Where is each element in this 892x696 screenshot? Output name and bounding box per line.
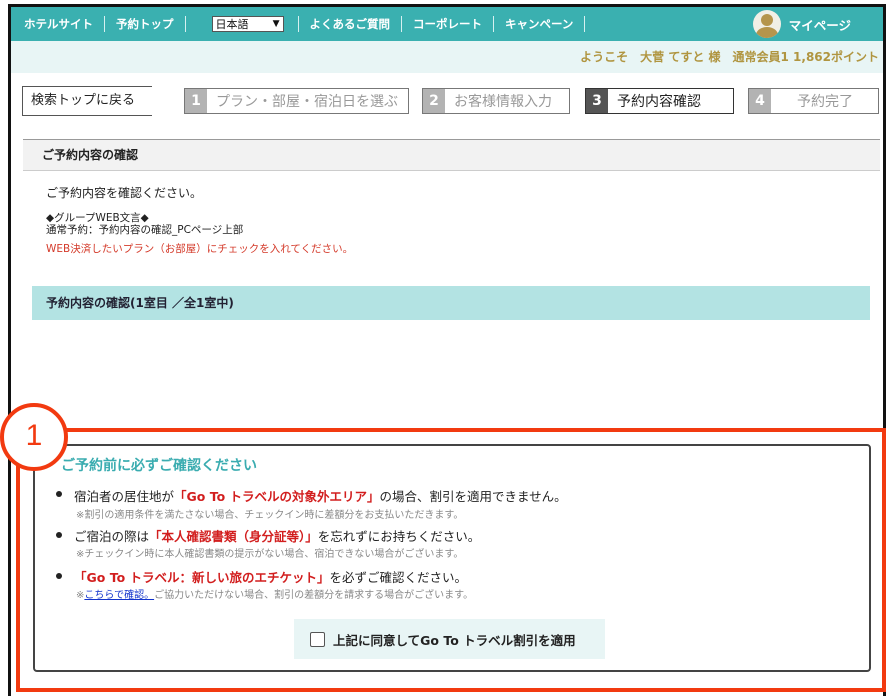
nav-corporate[interactable]: コーポレート [402, 16, 494, 32]
mypage-label: マイページ [788, 17, 851, 33]
step-3-number: 3 [586, 89, 608, 113]
annotation-highlight-box [16, 428, 886, 692]
annotation-number-badge: 1 [0, 403, 68, 471]
nav-campaign[interactable]: キャンペーン [494, 16, 586, 32]
chevron-down-icon: ▼ [272, 19, 280, 29]
step-4-label: 予約完了 [797, 94, 853, 110]
section-heading: ご予約内容の確認 [23, 139, 880, 171]
web-payment-warning: WEB決済したいプラン（お部屋）にチェックを入れてください。 [46, 243, 354, 255]
step-4-number: 4 [749, 89, 771, 113]
welcome-bar: ようこそ 大菅 てすと 様 通常会員1 1,862ポイント [11, 41, 883, 73]
mypage-link[interactable]: マイページ [752, 7, 851, 41]
nav-faq[interactable]: よくあるご質問 [299, 16, 402, 32]
back-to-search-button[interactable]: 検索トップに戻る [22, 86, 152, 116]
top-nav: ホテルサイト 予約トップ 日本語 ▼ よくあるご質問 コーポレート キャンペーン… [11, 7, 883, 41]
language-value: 日本語 [215, 18, 249, 31]
step-3-label: 予約内容確認 [617, 94, 701, 110]
user-avatar-icon [752, 10, 781, 38]
step-2-number: 2 [423, 89, 445, 113]
step-4: 4 予約完了 [748, 88, 879, 114]
language-select[interactable]: 日本語 ▼ [211, 16, 284, 32]
language-selector-wrap: 日本語 ▼ [186, 16, 299, 32]
step-2: 2 お客様情報入力 [422, 88, 570, 114]
step-1: 1 プラン・部屋・宿泊日を選ぶ [184, 88, 409, 114]
step-3: 3 予約内容確認 [585, 88, 734, 114]
step-1-number: 1 [185, 89, 207, 113]
room-heading: 予約内容の確認(1室目 ／全1室中) [32, 286, 870, 320]
nav-hotel-site[interactable]: ホテルサイト [11, 16, 105, 32]
step-1-label: プラン・部屋・宿泊日を選ぶ [216, 94, 398, 110]
nav-reservation-top[interactable]: 予約トップ [105, 16, 186, 32]
instruction-text: ご予約内容を確認ください。 [46, 186, 203, 200]
group-text: 通常予約：予約内容の確認_PCページ上部 [46, 224, 244, 236]
back-to-search-label: 検索トップに戻る [31, 93, 136, 108]
step-2-label: お客様情報入力 [454, 94, 552, 110]
